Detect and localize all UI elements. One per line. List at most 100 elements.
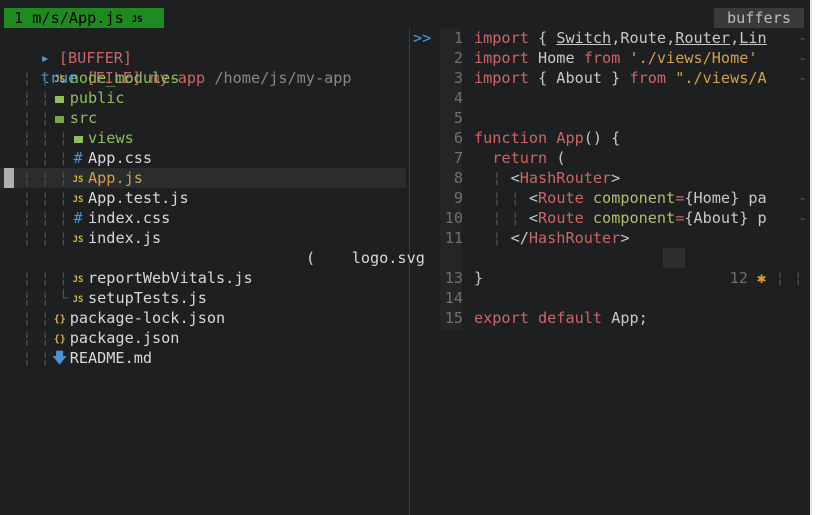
buffers-tab[interactable]: buffers bbox=[714, 8, 804, 28]
tree-item-readme-md[interactable]: ¦ ¦ 🡇 README.md bbox=[0, 348, 406, 368]
code-line[interactable]: export default App; bbox=[474, 308, 810, 328]
tree-item-app-test-js[interactable]: ¦ ¦ ¦ JS App.test.js bbox=[0, 188, 406, 208]
js-file-icon: JS bbox=[72, 295, 84, 305]
tabline: 1 m/s/App.js JS buffers bbox=[0, 8, 810, 28]
line-number: 1 bbox=[453, 29, 463, 47]
code-line[interactable]: return ( bbox=[474, 148, 810, 168]
file-header[interactable]: true [FILE] my-app /home/js/my-app bbox=[4, 48, 352, 87]
tree-item-label: App.test.js bbox=[88, 189, 189, 207]
indent-guides: ¦ ¦ bbox=[4, 89, 50, 107]
js-file-icon: JS bbox=[72, 195, 84, 205]
code-line[interactable]: import Home from './views/Home' bbox=[474, 48, 810, 68]
tree-item-index-js[interactable]: ¦ ¦ ¦ JS index.js bbox=[0, 228, 406, 248]
tree-item-label: package.json bbox=[69, 329, 180, 347]
line12-overlay: 12 ✱ ¦ ¦ bbox=[693, 248, 803, 287]
tab-app-js[interactable]: 1 m/s/App.js JS bbox=[4, 8, 164, 28]
code-line[interactable]: ¦ ¦ <Route component={Home} pa bbox=[474, 188, 810, 208]
code-token: component bbox=[592, 209, 676, 227]
code-line[interactable] bbox=[474, 108, 810, 128]
line-number: 4 bbox=[453, 89, 463, 107]
code-line[interactable]: ¦ </HashRouter> bbox=[474, 228, 810, 248]
tree-item-public[interactable]: ¦ ¦ public bbox=[0, 88, 406, 108]
tree-item-label: src bbox=[69, 109, 98, 127]
truncation-marker: - bbox=[798, 189, 808, 207]
indent-guides: ¦ ¦ bbox=[4, 109, 50, 127]
code-line[interactable]: import { Switch,Route,Router,Lin bbox=[474, 28, 810, 48]
tree-item-package-json[interactable]: ¦ ¦{} package.json bbox=[0, 328, 406, 348]
code-token: App bbox=[556, 129, 584, 147]
tree-item-package-lock-json[interactable]: ¦ ¦{} package-lock.json bbox=[0, 308, 406, 328]
code-line[interactable]: ¦ ¦ <Route component={About} p bbox=[474, 208, 810, 228]
tree-item-app-js[interactable]: ¦ ¦ ¦ JS App.js bbox=[0, 168, 406, 188]
code-token: = bbox=[675, 189, 685, 207]
code-token: import bbox=[474, 69, 529, 87]
code-line[interactable] bbox=[474, 288, 810, 308]
line-number: 5 bbox=[453, 109, 463, 127]
line-number: 11 bbox=[444, 229, 463, 247]
tree-item-float[interactable]: ( logo.svg bbox=[0, 248, 425, 268]
code-token: > bbox=[620, 229, 630, 247]
line-number: 3 bbox=[453, 69, 463, 87]
tree-item-node-modules[interactable]: ¦ ¦ JS node_modules bbox=[0, 68, 406, 88]
code-line[interactable]: import { About } from "./views/A bbox=[474, 68, 810, 88]
folder-icon bbox=[68, 128, 88, 148]
code-token: } bbox=[474, 269, 484, 287]
float-block bbox=[663, 248, 685, 268]
json-file-icon: {} bbox=[53, 314, 66, 325]
tree-item-label: App.js bbox=[88, 169, 143, 187]
indent-guides: ¦ ¦ ¦ bbox=[4, 149, 69, 167]
indent-guides: ¦ ¦ ¦ bbox=[4, 129, 69, 147]
tree-item-app-css[interactable]: ¦ ¦ ¦ # App.css bbox=[0, 148, 406, 168]
tree-item-label: index.css bbox=[88, 209, 171, 227]
tree-item-views[interactable]: ¦ ¦ ¦ views bbox=[0, 128, 406, 148]
code-token: ¦ bbox=[474, 229, 511, 247]
code-token: export bbox=[474, 309, 529, 327]
window-split[interactable] bbox=[409, 28, 410, 515]
json-file-icon: {} bbox=[53, 334, 66, 345]
code-line[interactable] bbox=[474, 88, 810, 108]
indent-guides: ¦ ¦ bbox=[4, 309, 50, 327]
code-token: App; bbox=[602, 309, 648, 327]
code-token: ¦ bbox=[474, 169, 511, 187]
js-file-icon: JS bbox=[54, 75, 66, 85]
truncation-marker: - bbox=[798, 69, 808, 87]
indent-guides: ¦ ¦ ¦ bbox=[4, 269, 69, 287]
code-token: > bbox=[611, 169, 621, 187]
code-token: ¦ ¦ bbox=[474, 189, 529, 207]
code-line[interactable]: function App() { bbox=[474, 128, 810, 148]
line-number: 2 bbox=[453, 49, 463, 67]
buffer-header[interactable]: ▸ [BUFFER] bbox=[4, 28, 132, 67]
code-line[interactable]: ¦ <HashRouter> bbox=[474, 168, 810, 188]
floating-item-label: ( logo.svg bbox=[306, 249, 425, 267]
code-token: './views/Home' bbox=[629, 49, 758, 67]
code-token: ( bbox=[547, 149, 566, 167]
code-token: HashRouter bbox=[519, 169, 612, 187]
code-token: Route bbox=[538, 189, 584, 207]
code-token: default bbox=[538, 309, 603, 327]
tree-item-setuptests-js[interactable]: ¦ ¦ └ JS setupTests.js bbox=[0, 288, 406, 308]
indent-guides: ¦ ¦ ¦ bbox=[4, 209, 69, 227]
tree-item-index-css[interactable]: ¦ ¦ ¦ # index.css bbox=[0, 208, 406, 228]
code-token: {Home} pa bbox=[684, 189, 767, 207]
indent-guides: ¦ ¦ ¦ bbox=[4, 189, 69, 207]
code-token: Switch bbox=[556, 29, 612, 47]
tree-item-label: public bbox=[69, 89, 125, 107]
line-number: 9 bbox=[453, 189, 463, 207]
code-token: import bbox=[474, 49, 529, 67]
indent-guides: ¦ ¦ bbox=[4, 69, 50, 87]
js-file-icon: JS bbox=[72, 235, 84, 245]
folder-open-icon bbox=[50, 108, 70, 128]
code-token: { bbox=[528, 29, 557, 47]
tree-item-reportwebvitals-js[interactable]: ¦ ¦ ¦ JS reportWebVitals.js bbox=[0, 268, 406, 288]
code-token: return bbox=[492, 149, 548, 167]
code-token: Router bbox=[675, 29, 731, 47]
cursor bbox=[4, 168, 14, 188]
code-token: from bbox=[583, 49, 621, 67]
code-token: , bbox=[666, 29, 676, 47]
tree-item-src[interactable]: ¦ ¦ src bbox=[0, 108, 406, 128]
js-file-icon: JS bbox=[72, 275, 84, 285]
